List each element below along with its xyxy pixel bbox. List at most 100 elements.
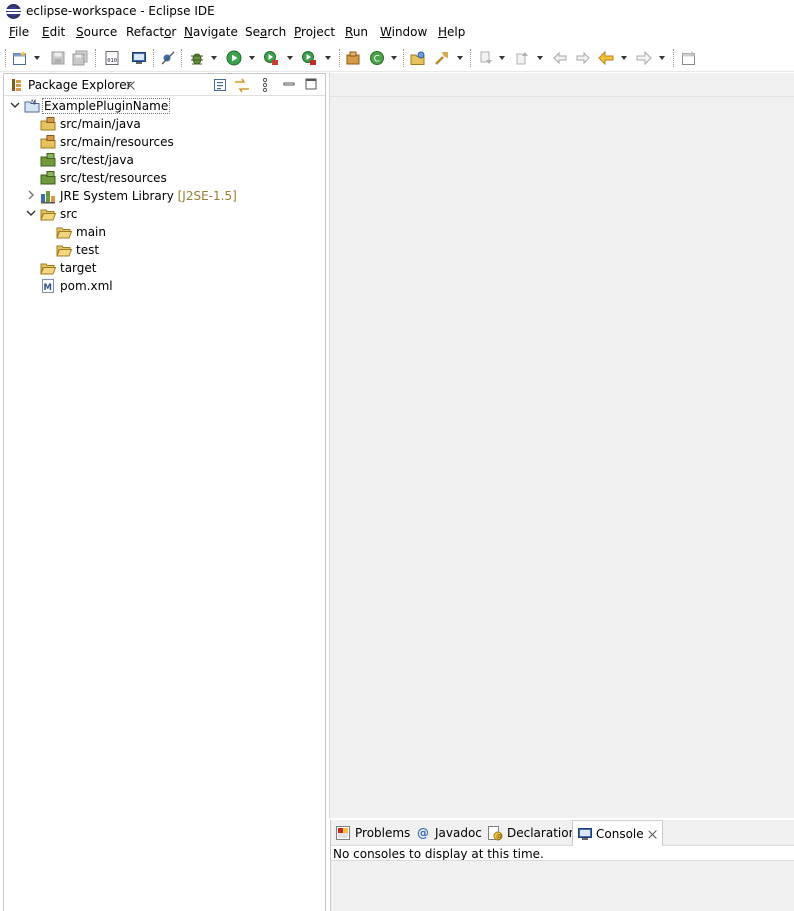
tab-javadoc[interactable]: @ Javadoc (415, 820, 485, 846)
package-explorer-tabbar: Package Explorer (4, 74, 325, 96)
link-with-editor-icon[interactable] (234, 78, 250, 93)
run-icon[interactable] (226, 50, 242, 66)
menu-project[interactable]: Project (294, 25, 335, 39)
terminal-icon[interactable] (131, 50, 147, 66)
package-explorer-icon (12, 79, 21, 91)
close-icon[interactable] (647, 829, 658, 840)
tab-package-explorer[interactable]: Package Explorer (4, 74, 146, 96)
last-edit-location-icon[interactable] (552, 50, 568, 66)
problems-icon (336, 826, 350, 840)
coverage-dropdown-icon[interactable] (287, 56, 293, 60)
new-dropdown-icon[interactable] (34, 56, 40, 60)
source-folder-icon (40, 135, 56, 149)
tree-item-label: src/test/java (60, 153, 134, 167)
menu-run[interactable]: Run (345, 25, 368, 39)
console-content-area (331, 860, 794, 911)
toolbar-grip[interactable] (5, 49, 6, 67)
menu-help[interactable]: Help (438, 25, 465, 39)
chevron-right-icon[interactable] (26, 190, 36, 200)
chevron-down-icon[interactable] (26, 208, 36, 218)
svg-text:@: @ (496, 834, 502, 841)
main-toolbar: 010 C (0, 44, 794, 72)
debug-dropdown-icon[interactable] (211, 56, 217, 60)
tab-label: Console (596, 827, 644, 841)
menu-edit[interactable]: Edit (42, 25, 65, 39)
save-icon[interactable] (50, 50, 66, 66)
console-icon (578, 828, 592, 840)
tree-item-folder[interactable]: main (4, 223, 324, 241)
menu-navigate[interactable]: Navigate (184, 25, 238, 39)
coverage-icon[interactable] (263, 50, 279, 66)
tree-item-label: src/main/java (60, 117, 141, 131)
tree-item-label: JRE System Library [J2SE-1.5] (60, 189, 237, 203)
project-icon: MJ (24, 99, 40, 113)
tab-console[interactable]: Console (572, 820, 663, 846)
search-icon[interactable] (434, 50, 450, 66)
close-icon[interactable] (125, 80, 136, 91)
tree-item-project[interactable]: MJ ExamplePluginName (4, 97, 324, 115)
menu-window[interactable]: Window (380, 25, 427, 39)
new-java-class-icon[interactable]: C (369, 50, 385, 66)
tree-item-test-source-folder[interactable]: src/test/resources (4, 169, 324, 187)
new-class-dropdown-icon[interactable] (391, 56, 397, 60)
maven-file-icon: M (42, 279, 54, 293)
next-annotation-icon[interactable] (478, 50, 494, 66)
minimize-icon[interactable] (283, 78, 295, 90)
tree-item-source-folder[interactable]: src/main/resources (4, 133, 324, 151)
test-source-folder-icon (40, 171, 56, 185)
editor-tab-area (330, 73, 794, 97)
tree-item-folder[interactable]: src (4, 205, 324, 223)
tree-item-label: pom.xml (60, 279, 113, 293)
tree-item-source-folder[interactable]: src/main/java (4, 115, 324, 133)
binary-icon[interactable]: 010 (104, 50, 120, 66)
javadoc-icon: @ (417, 826, 429, 840)
menu-search[interactable]: Search (245, 25, 286, 39)
svg-text:J: J (33, 100, 35, 106)
tree-item-folder[interactable]: test (4, 241, 324, 259)
previous-annotation-dropdown-icon[interactable] (537, 56, 543, 60)
tab-declaration[interactable]: @ Declaration (486, 820, 576, 846)
tree-item-test-source-folder[interactable]: src/test/java (4, 151, 324, 169)
back-icon[interactable] (598, 50, 614, 66)
toolbar-separator (673, 49, 674, 67)
open-perspective-icon[interactable] (681, 50, 697, 66)
new-java-package-icon[interactable] (345, 50, 361, 66)
skip-breakpoints-icon[interactable] (160, 50, 176, 66)
run-dropdown-icon[interactable] (249, 56, 255, 60)
collapse-all-icon[interactable] (213, 78, 227, 92)
open-type-icon[interactable] (410, 50, 426, 66)
previous-annotation-icon[interactable] (514, 50, 530, 66)
tree-item-label: target (60, 261, 97, 275)
forward-icon[interactable] (636, 50, 652, 66)
toolbar-separator (95, 49, 96, 67)
tree-item-library[interactable]: JRE System Library [J2SE-1.5] (4, 187, 324, 205)
chevron-down-icon[interactable] (10, 100, 20, 110)
save-all-icon[interactable] (72, 50, 88, 66)
toolbar-separator (403, 49, 404, 67)
tree-item-label: main (76, 225, 106, 239)
tab-label: Problems (355, 826, 411, 840)
tree-item-folder[interactable]: target (4, 259, 324, 277)
declaration-icon: @ (488, 826, 503, 841)
tree-item-label: test (76, 243, 100, 257)
editor-area (330, 97, 794, 818)
debug-icon[interactable] (189, 50, 205, 66)
last-edit-forward-icon[interactable] (575, 50, 591, 66)
maximize-icon[interactable] (305, 78, 317, 90)
view-menu-icon[interactable] (262, 77, 268, 93)
external-tools-dropdown-icon[interactable] (325, 56, 331, 60)
menu-refactor[interactable]: Refactor (126, 25, 176, 39)
search-dropdown-icon[interactable] (457, 56, 463, 60)
forward-dropdown-icon[interactable] (659, 56, 665, 60)
menu-file[interactable]: File (9, 25, 29, 39)
back-dropdown-icon[interactable] (621, 56, 627, 60)
tab-label: Javadoc (435, 826, 482, 840)
external-tools-icon[interactable] (301, 50, 317, 66)
new-icon[interactable] (12, 50, 28, 66)
tab-problems[interactable]: Problems (331, 820, 411, 846)
tab-label: Declaration (507, 826, 577, 840)
next-annotation-dropdown-icon[interactable] (499, 56, 505, 60)
toolbar-separator (470, 49, 471, 67)
menu-source[interactable]: Source (76, 25, 117, 39)
tree-item-file[interactable]: M pom.xml (4, 277, 324, 295)
